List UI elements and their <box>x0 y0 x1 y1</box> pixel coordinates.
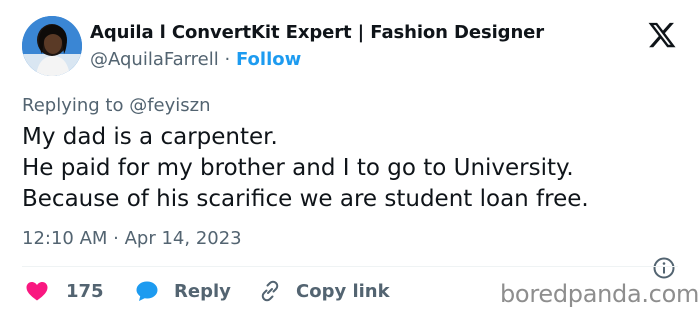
replying-prefix: Replying to <box>22 95 124 116</box>
separator-dot: · <box>224 49 231 70</box>
replying-to: Replying to @feyiszn <box>22 95 211 116</box>
tweet-timestamp[interactable]: 12:10 AM · Apr 14, 2023 <box>22 228 242 249</box>
like-count: 175 <box>66 280 104 302</box>
tweet-text: My dad is a carpenter. He paid for my br… <box>22 122 682 215</box>
watermark: boredpanda.com <box>500 280 700 308</box>
reply-button[interactable]: Reply <box>134 278 231 304</box>
divider <box>22 266 678 267</box>
author-handle[interactable]: @AquilaFarrell <box>90 49 219 70</box>
x-logo-icon[interactable] <box>646 20 678 50</box>
copy-link-button[interactable]: Copy link <box>258 278 390 304</box>
follow-button[interactable]: Follow <box>236 49 301 70</box>
speech-bubble-icon <box>136 281 158 301</box>
avatar[interactable] <box>22 16 82 76</box>
replying-mention[interactable]: @feyiszn <box>129 95 210 116</box>
avatar-image <box>22 16 82 76</box>
like-button[interactable]: 175 <box>24 278 104 304</box>
link-icon <box>261 280 279 302</box>
author-name[interactable]: Aquila l ConvertKit Expert | Fashion Des… <box>90 22 544 43</box>
heart-icon <box>26 282 48 301</box>
author-handle-row: @AquilaFarrell · Follow <box>90 49 301 70</box>
info-icon[interactable] <box>652 256 676 280</box>
tweet-line: My dad is a carpenter. <box>22 124 278 150</box>
copy-link-label: Copy link <box>296 280 390 302</box>
tweet-line: He paid for my brother and I to go to Un… <box>22 155 574 181</box>
reply-label: Reply <box>174 280 231 302</box>
tweet-line: Because of his scarifice we are student … <box>22 186 589 212</box>
